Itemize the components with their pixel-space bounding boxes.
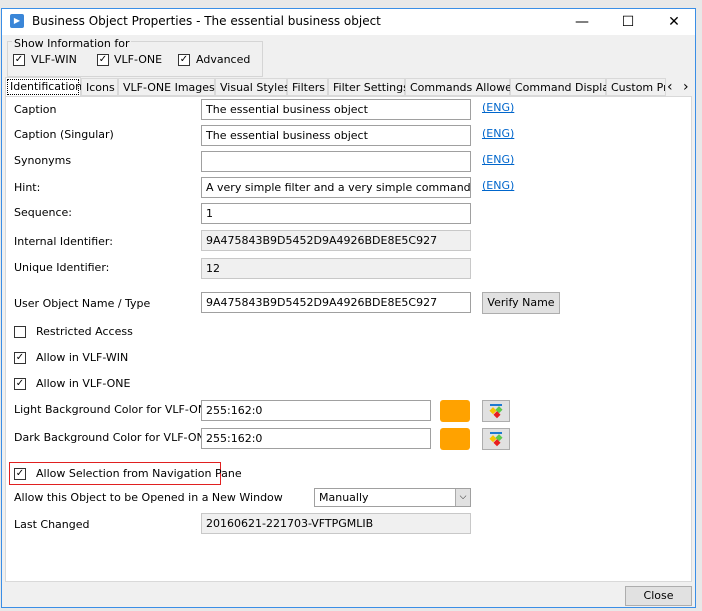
allow-vlf-one-checkbox[interactable]: ✓: [14, 378, 26, 390]
caption-input[interactable]: The essential business object: [201, 99, 471, 120]
new-window-select[interactable]: Manually ⌵: [314, 488, 471, 507]
advanced-checkbox[interactable]: ✓: [178, 54, 190, 66]
allow-vlf-win-checkbox[interactable]: ✓: [14, 352, 26, 364]
tab-filters[interactable]: Filters: [287, 78, 328, 96]
close-button[interactable]: Close: [625, 586, 692, 606]
identification-panel: Caption The essential business object (E…: [5, 96, 692, 582]
close-window-button[interactable]: ✕: [654, 11, 694, 33]
advanced-label: Advanced: [196, 53, 251, 66]
tab-scroll-right[interactable]: ›: [683, 79, 689, 95]
show-info-label: Show Information for: [12, 37, 132, 50]
tab-command-display[interactable]: Command Display: [510, 78, 616, 96]
sequence-input[interactable]: 1: [201, 203, 471, 224]
light-bg-color-picker-button[interactable]: [482, 400, 510, 422]
restricted-access-checkbox[interactable]: [14, 326, 26, 338]
vlf-one-label: VLF-ONE: [114, 53, 163, 66]
sequence-label: Sequence:: [14, 206, 72, 219]
unique-id-field: 12: [201, 258, 471, 279]
dark-bg-color-picker-button[interactable]: [482, 428, 510, 450]
title-bar: ▶ Business Object Properties - The essen…: [2, 9, 695, 35]
vlf-one-checkbox[interactable]: ✓: [97, 54, 109, 66]
vlf-win-label: VLF-WIN: [31, 53, 77, 66]
caption-label: Caption: [14, 103, 57, 116]
color-picker-icon: [489, 404, 503, 419]
tab-filter-settings[interactable]: Filter Settings: [328, 78, 409, 96]
allow-nav-selection-label: Allow Selection from Navigation Pane: [36, 467, 242, 480]
dark-bg-label: Dark Background Color for VLF-ONE: [14, 431, 212, 444]
caption-singular-lang-link[interactable]: (ENG): [482, 127, 514, 140]
maximize-button[interactable]: ☐: [608, 11, 648, 33]
hint-input[interactable]: A very simple filter and a very simple c…: [201, 177, 471, 198]
dialog-window: ▶ Business Object Properties - The essen…: [1, 8, 696, 608]
user-object-input[interactable]: 9A475843B9D5452D9A4926BDE8E5C927: [201, 292, 471, 313]
last-changed-label: Last Changed: [14, 518, 90, 531]
dark-bg-swatch: [440, 428, 470, 450]
synonyms-lang-link[interactable]: (ENG): [482, 153, 514, 166]
internal-id-field: 9A475843B9D5452D9A4926BDE8E5C927: [201, 230, 471, 251]
verify-name-button[interactable]: Verify Name: [482, 292, 560, 314]
allow-vlf-one-label: Allow in VLF-ONE: [36, 377, 131, 390]
new-window-label: Allow this Object to be Opened in a New …: [14, 491, 283, 504]
allow-nav-selection-checkbox[interactable]: ✓: [14, 468, 26, 480]
hint-label: Hint:: [14, 181, 41, 194]
new-window-value: Manually: [319, 491, 369, 504]
tab-icons[interactable]: Icons: [81, 78, 118, 96]
color-picker-icon: [489, 432, 503, 447]
tab-identification[interactable]: Identification: [5, 77, 82, 97]
tab-vlf-one-images[interactable]: VLF-ONE Images: [118, 78, 215, 96]
internal-id-label: Internal Identifier:: [14, 235, 113, 248]
synonyms-input[interactable]: [201, 151, 471, 172]
synonyms-label: Synonyms: [14, 154, 72, 167]
dark-bg-input[interactable]: 255:162:0: [201, 428, 431, 449]
tab-commands-allowed[interactable]: Commands Allowed: [405, 78, 519, 96]
minimize-button[interactable]: —: [562, 11, 602, 33]
restricted-access-label: Restricted Access: [36, 325, 133, 338]
tab-custom-properties[interactable]: Custom Pr: [606, 78, 666, 96]
caption-singular-input[interactable]: The essential business object: [201, 125, 471, 146]
app-icon: ▶: [10, 14, 24, 28]
tab-scroll-left[interactable]: ‹: [667, 79, 673, 95]
caption-lang-link[interactable]: (ENG): [482, 101, 514, 114]
user-object-label: User Object Name / Type: [14, 297, 151, 310]
tab-visual-styles[interactable]: Visual Styles: [215, 78, 290, 96]
chevron-down-icon[interactable]: ⌵: [455, 489, 470, 506]
light-bg-swatch: [440, 400, 470, 422]
caption-singular-label: Caption (Singular): [14, 128, 114, 141]
light-bg-label: Light Background Color for VLF-ONE: [14, 403, 213, 416]
light-bg-input[interactable]: 255:162:0: [201, 400, 431, 421]
window-title: Business Object Properties - The essenti…: [32, 14, 381, 28]
allow-vlf-win-label: Allow in VLF-WIN: [36, 351, 129, 364]
hint-lang-link[interactable]: (ENG): [482, 179, 514, 192]
unique-id-label: Unique Identifier:: [14, 261, 110, 274]
vlf-win-checkbox[interactable]: ✓: [13, 54, 25, 66]
last-changed-field: 20160621-221703-VFTPGMLIB: [201, 513, 471, 534]
